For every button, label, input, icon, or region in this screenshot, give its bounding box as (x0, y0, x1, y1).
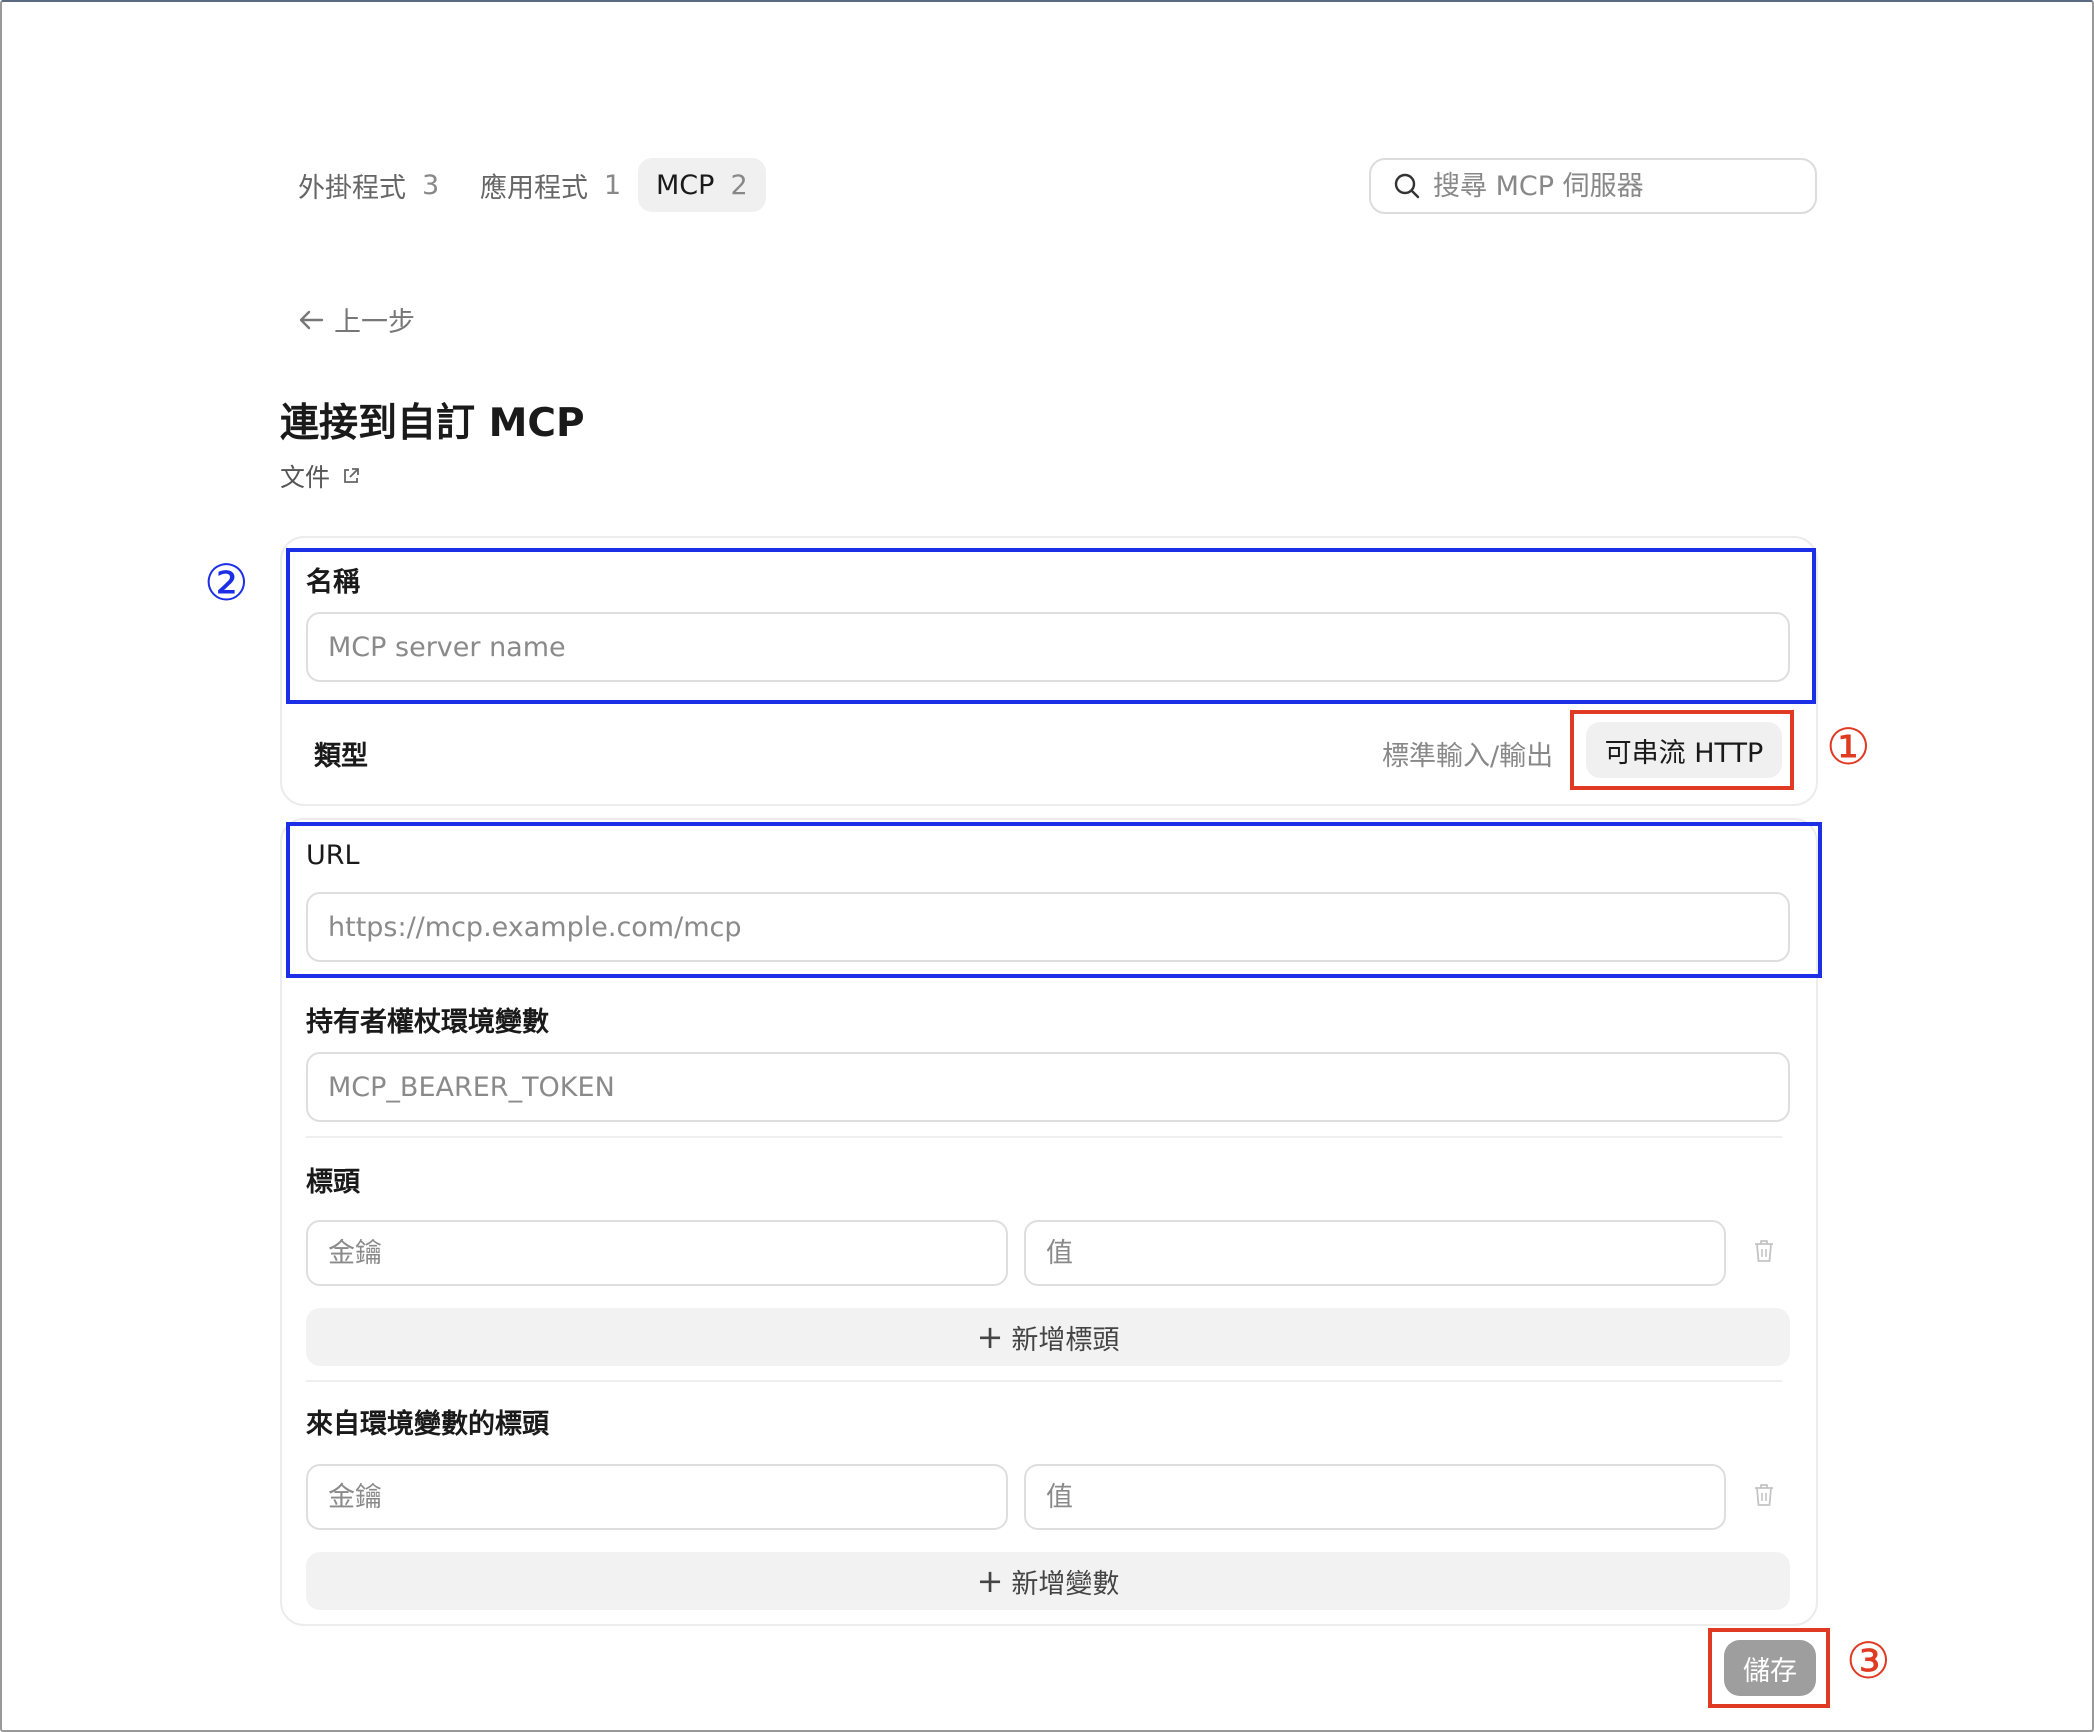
add-header-button[interactable]: + 新增標頭 (306, 1308, 1790, 1366)
annotation-box-url (286, 822, 1822, 978)
tab-label: 應用程式 (480, 172, 588, 204)
docs-link[interactable]: 文件 (280, 458, 360, 494)
annotation-marker-1: ① (1826, 718, 1871, 776)
tab-label: 外掛程式 (298, 172, 406, 204)
tab-mcp[interactable]: MCP 2 (638, 158, 766, 212)
plus-icon: + (976, 1318, 1004, 1356)
divider (306, 1136, 1782, 1138)
external-link-icon (344, 468, 359, 483)
type-label: 類型 (314, 741, 368, 772)
annotation-marker-2: ② (204, 554, 249, 612)
add-variable-button[interactable]: + 新增變數 (306, 1552, 1790, 1610)
header-value-input[interactable] (1024, 1220, 1726, 1286)
annotation-box-save (1708, 1628, 1830, 1708)
tab-count: 1 (604, 169, 622, 201)
back-label: 上一步 (334, 307, 415, 338)
search-input[interactable] (1431, 169, 1805, 203)
docs-label: 文件 (280, 463, 331, 492)
search-box[interactable] (1369, 158, 1817, 214)
trash-icon[interactable] (1752, 1238, 1776, 1264)
plus-icon: + (976, 1562, 1004, 1600)
back-link[interactable]: 上一步 (298, 300, 415, 339)
arrow-left-icon (299, 310, 324, 329)
bearer-token-input[interactable] (306, 1052, 1790, 1122)
annotation-box-type (1570, 710, 1794, 790)
page-title: 連接到自訂 MCP (280, 401, 585, 446)
add-header-label: 新增標頭 (1011, 1324, 1120, 1356)
tab-count: 3 (422, 169, 440, 201)
header-key-input[interactable] (306, 1220, 1008, 1286)
annotation-box-name (286, 548, 1816, 704)
tab-count: 2 (730, 169, 748, 201)
tab-plugins[interactable]: 外掛程式 3 (298, 158, 439, 212)
search-icon (1394, 173, 1420, 199)
annotation-marker-3: ③ (1846, 1632, 1891, 1690)
add-variable-label: 新增變數 (1011, 1568, 1120, 1600)
bearer-label: 持有者權杖環境變數 (306, 1007, 549, 1038)
tab-label: MCP (656, 169, 715, 201)
type-option-stdio[interactable]: 標準輸入/輸出 (1382, 734, 1553, 773)
env-value-input[interactable] (1024, 1464, 1726, 1530)
headers-label: 標頭 (306, 1167, 360, 1198)
trash-icon[interactable] (1752, 1482, 1776, 1508)
env-headers-label: 來自環境變數的標頭 (306, 1409, 549, 1440)
env-key-input[interactable] (306, 1464, 1008, 1530)
tab-apps[interactable]: 應用程式 1 (480, 158, 621, 212)
divider (306, 1380, 1782, 1382)
